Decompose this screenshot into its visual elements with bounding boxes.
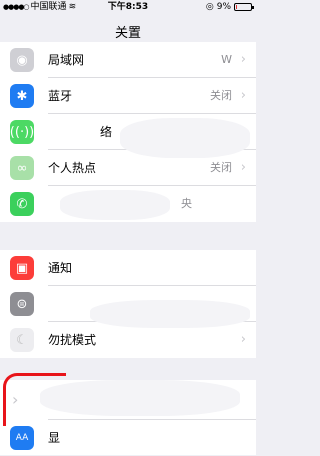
battery-icon (234, 3, 254, 11)
rotation-lock-icon: ◎ (205, 2, 214, 12)
settings-row-do-not-disturb[interactable]: ☾ 勿扰模式 › (0, 322, 256, 358)
hotspot-icon: ∞ (10, 156, 34, 180)
row-value: 央 (181, 197, 192, 210)
chevron-right-icon: › (240, 160, 246, 175)
row-value: 关闭 (210, 89, 232, 102)
display-icon: AA (10, 426, 34, 450)
battery-percent: 9% (216, 2, 231, 12)
status-bar: ●●●●○ 中国联通 ≋ 下午8:53 ◎ 9% (0, 0, 256, 14)
red-annotation-mark (3, 373, 66, 426)
page-title: 关置 (114, 26, 141, 41)
obscured-area (40, 380, 240, 416)
cellular-icon: ((·)) (10, 120, 34, 144)
notification-icon: ▣ (10, 256, 34, 280)
chevron-right-icon: › (240, 88, 246, 103)
settings-row-bluetooth[interactable]: ✱ 蓝牙 关闭 › (0, 78, 256, 114)
settings-row-notifications[interactable]: ▣ 通知 (0, 250, 256, 286)
control-center-icon: ⊜ (10, 292, 34, 316)
row-label: 勿扰模式 (48, 333, 97, 347)
row-value: W (221, 53, 232, 66)
battery-fill (236, 5, 237, 9)
moon-icon: ☾ (10, 328, 34, 352)
wifi-icon: ◉ (10, 48, 34, 72)
row-label: 通知 (48, 261, 73, 275)
status-right: ◎ 9% (205, 0, 254, 14)
obscured-area (90, 300, 250, 328)
row-label: 络 (100, 125, 113, 139)
phone-icon: ✆ (10, 192, 34, 216)
row-label: 蓝牙 (48, 89, 73, 103)
chevron-right-icon: › (240, 332, 246, 347)
chevron-right-icon: › (240, 52, 246, 67)
row-label: 个人热点 (48, 161, 97, 175)
settings-row-wifi[interactable]: ◉ 局域网 W › (0, 42, 256, 78)
obscured-area (60, 190, 170, 220)
bluetooth-icon: ✱ (10, 84, 34, 108)
obscured-area (120, 118, 250, 158)
row-label: 局域网 (48, 53, 85, 67)
